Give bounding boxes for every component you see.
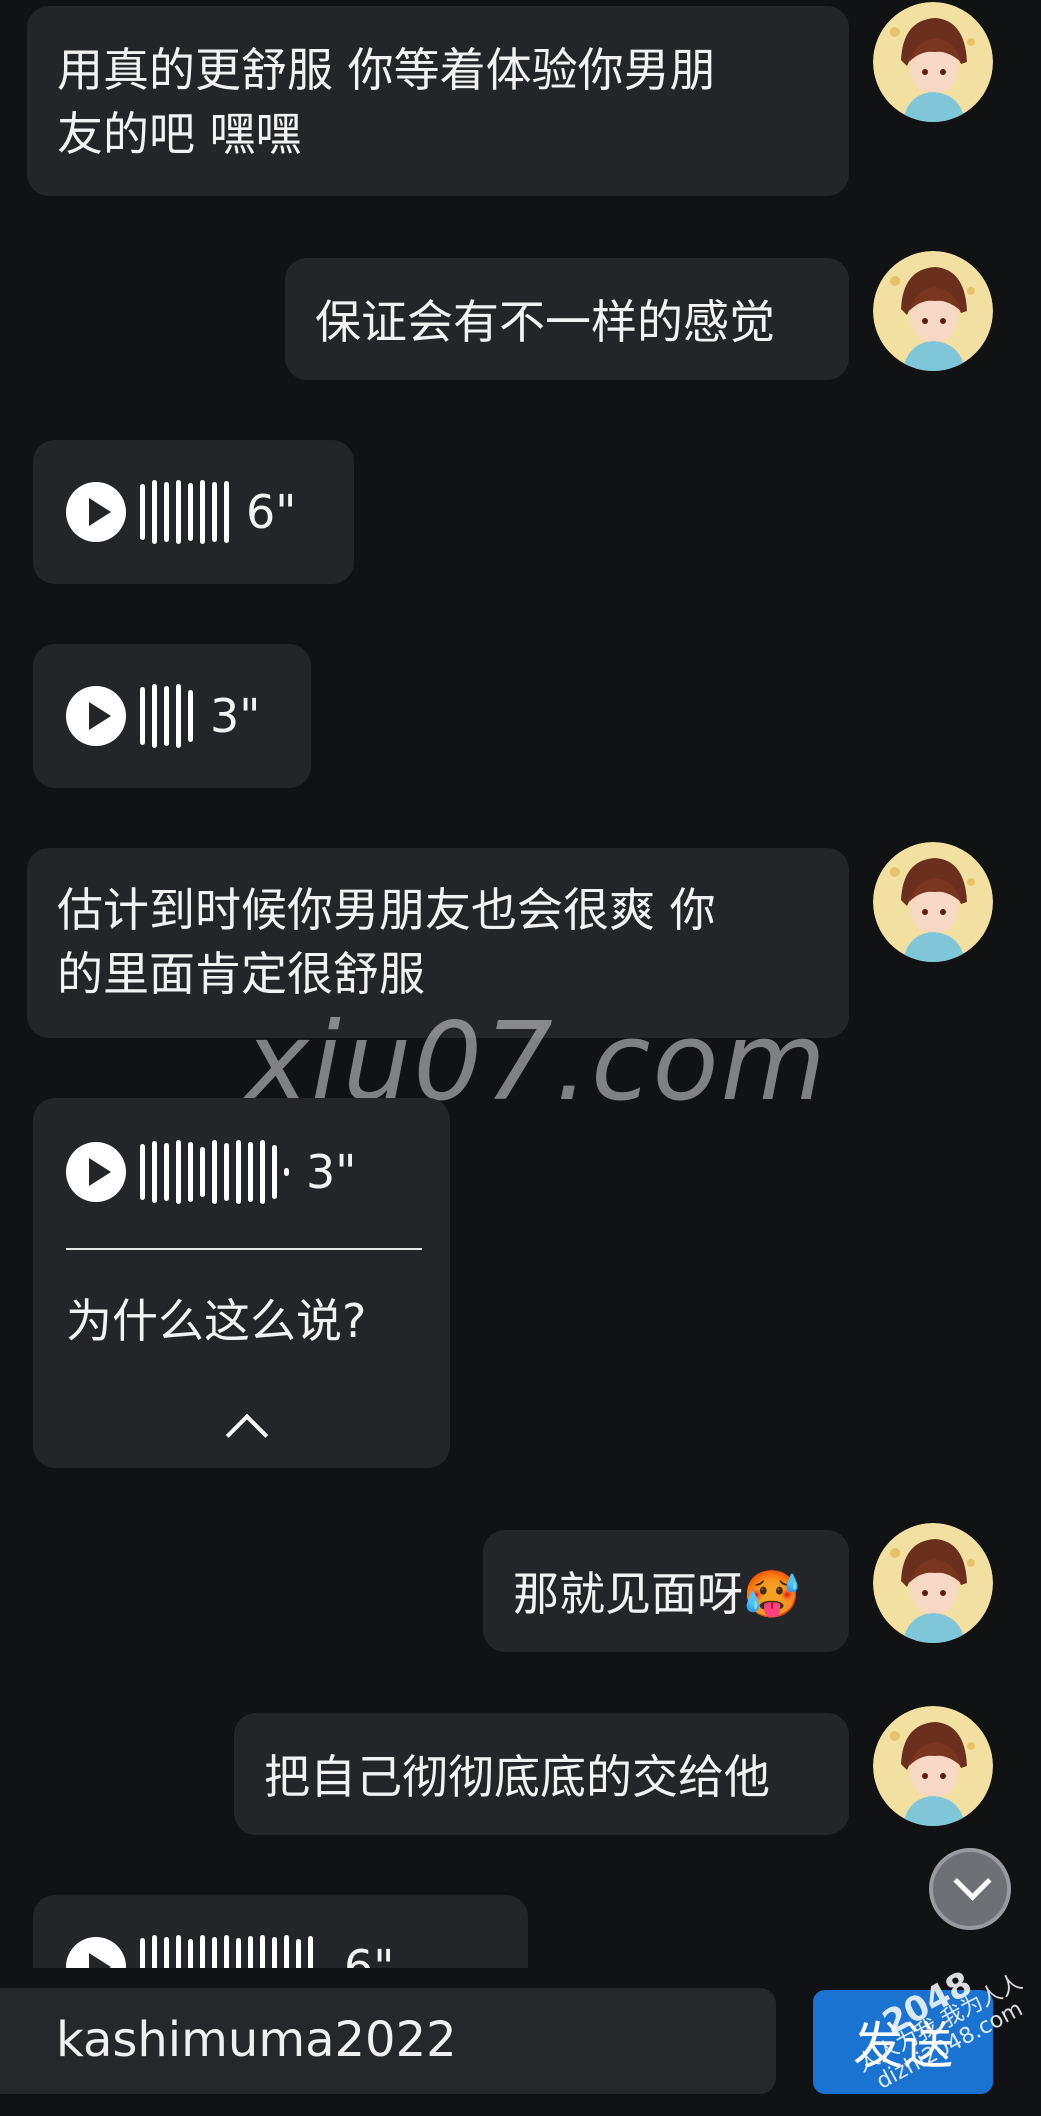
waveform <box>140 1137 296 1207</box>
waveform <box>140 681 200 751</box>
play-icon[interactable] <box>66 1142 126 1202</box>
message-text-line: 友的吧 嘿嘿 <box>57 107 302 161</box>
sent-message-bubble[interactable]: 保证会有不一样的感觉 <box>285 258 849 380</box>
voice-message[interactable]: 3" <box>66 681 260 751</box>
avatar[interactable] <box>873 251 993 371</box>
message-text-line: 用真的更舒服 你等着体验你男朋 <box>57 43 716 97</box>
voice-duration: 3" <box>210 689 261 743</box>
avatar[interactable] <box>873 842 993 962</box>
message-text: 保证会有不一样的感觉 <box>315 295 775 349</box>
sent-message-bubble[interactable]: 用真的更舒服 你等着体验你男朋 友的吧 嘿嘿 <box>27 6 849 196</box>
waveform <box>140 477 236 547</box>
chevron-down-icon <box>953 1862 992 1901</box>
scroll-to-bottom-button[interactable] <box>929 1848 1011 1930</box>
message-text: 把自己彻彻底底的交给他 <box>264 1750 770 1804</box>
sent-message-bubble[interactable]: 那就见面呀🥵 <box>483 1530 849 1652</box>
voice-duration: 6" <box>246 485 297 539</box>
avatar[interactable] <box>873 1706 993 1826</box>
transcript-divider <box>66 1248 422 1250</box>
avatar[interactable] <box>873 1523 993 1643</box>
voice-transcript: 为什么这么说? <box>66 1294 367 1348</box>
play-icon[interactable] <box>66 686 126 746</box>
voice-message[interactable]: 3" <box>66 1137 356 1207</box>
message-text-line: 的里面肯定很舒服 <box>57 947 425 1001</box>
message-input[interactable]: kashimuma2022 <box>0 1988 776 2094</box>
message-text: 那就见面呀🥵 <box>513 1567 801 1621</box>
voice-message[interactable]: 6" <box>66 477 296 547</box>
play-icon[interactable] <box>66 482 126 542</box>
chat-screen: 用真的更舒服 你等着体验你男朋 友的吧 嘿嘿 保证会有不一样的感觉 6" 3" … <box>0 0 1041 2116</box>
voice-duration: 3" <box>306 1145 357 1199</box>
sent-message-bubble[interactable]: 把自己彻彻底底的交给他 <box>234 1713 849 1835</box>
avatar[interactable] <box>873 2 993 122</box>
message-text-line: 估计到时候你男朋友也会很爽 你 <box>57 883 716 937</box>
